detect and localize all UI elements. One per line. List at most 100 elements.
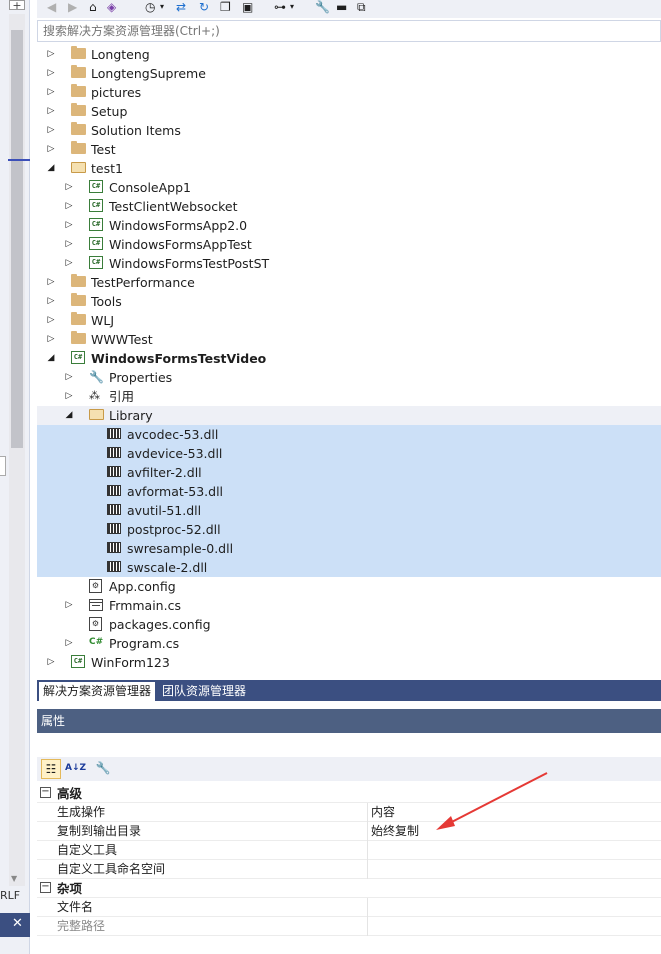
collapsed-arrow-icon[interactable]: ▷ <box>46 332 56 346</box>
tree-item[interactable]: ▷ 🔧 Properties <box>37 368 661 387</box>
collapsed-arrow-icon[interactable]: ▷ <box>46 123 56 137</box>
properties-wrench-icon[interactable]: 🔧 <box>315 0 330 14</box>
collapsed-arrow-icon[interactable]: ▷ <box>46 47 56 61</box>
line-ending-indicator[interactable]: RLF <box>0 889 20 902</box>
tree-item[interactable]: avdevice-53.dll <box>37 444 661 463</box>
tab-team-explorer[interactable]: 团队资源管理器 <box>158 682 250 701</box>
back-icon[interactable]: ◀ <box>47 0 56 14</box>
tree-item[interactable]: ▷ WLJ <box>37 311 661 330</box>
scroll-down-icon[interactable]: ▼ <box>11 874 17 883</box>
property-row[interactable]: 文件名 <box>37 898 661 917</box>
visual-studio-icon[interactable]: ◈ <box>107 0 116 14</box>
alphabetical-icon[interactable]: A↓Z <box>65 759 86 779</box>
tree-item[interactable]: ▷ Frmmain.cs <box>37 596 661 615</box>
tree-item[interactable]: ▷ C# Program.cs <box>37 634 661 653</box>
column-divider[interactable] <box>367 917 368 936</box>
tree-item[interactable]: ◢ C# WindowsFormsTestVideo <box>37 349 661 368</box>
tree-item[interactable]: ⚙ packages.config <box>37 615 661 634</box>
tree-item[interactable]: ▷ C# WindowsFormsAppTest <box>37 235 661 254</box>
property-value[interactable]: 内容 <box>371 804 395 821</box>
tree-item[interactable]: ▷ TestPerformance <box>37 273 661 292</box>
home-icon[interactable]: ⌂ <box>89 0 97 14</box>
tree-item[interactable]: ▷ LongtengSupreme <box>37 64 661 83</box>
forward-icon[interactable]: ▶ <box>68 0 77 14</box>
properties-object-selector[interactable] <box>37 733 661 757</box>
collapsed-arrow-icon[interactable]: ▷ <box>64 370 74 384</box>
column-divider[interactable] <box>367 898 368 917</box>
collapse-icon[interactable]: − <box>40 787 51 798</box>
tree-item[interactable]: postproc-52.dll <box>37 520 661 539</box>
column-divider[interactable] <box>367 803 368 822</box>
collapsed-arrow-icon[interactable]: ▷ <box>64 218 74 232</box>
tree-item[interactable]: avfilter-2.dll <box>37 463 661 482</box>
collapsed-arrow-icon[interactable]: ▷ <box>46 294 56 308</box>
collapsed-arrow-icon[interactable]: ▷ <box>46 313 56 327</box>
collapse-icon[interactable]: − <box>40 882 51 893</box>
tree-item[interactable]: ▷ C# WinForm123 <box>37 653 661 672</box>
tree-item[interactable]: ▷ Setup <box>37 102 661 121</box>
tree-item[interactable]: ▷ C# WindowsFormsApp2.0 <box>37 216 661 235</box>
search-box[interactable] <box>37 20 661 42</box>
show-all-files-icon[interactable]: ▣ <box>242 0 253 14</box>
tree-item[interactable]: ⚙ App.config <box>37 577 661 596</box>
property-category[interactable]: − 杂项 <box>37 879 661 898</box>
tree-item[interactable]: ◢ test1 <box>37 159 661 178</box>
chevron-down-icon[interactable]: ▾ <box>160 0 164 14</box>
property-row[interactable]: 自定义工具命名空间 <box>37 860 661 879</box>
column-divider[interactable] <box>367 860 368 879</box>
property-category[interactable]: − 高级 <box>37 784 661 803</box>
property-row[interactable]: 完整路径 <box>37 917 661 936</box>
chevron-down-icon[interactable]: ▾ <box>290 0 294 14</box>
property-row[interactable]: 生成操作 内容 <box>37 803 661 822</box>
collapsed-arrow-icon[interactable]: ▷ <box>46 655 56 669</box>
collapsed-arrow-icon[interactable]: ▷ <box>64 256 74 270</box>
collapsed-arrow-icon[interactable]: ▷ <box>46 275 56 289</box>
tree-item[interactable]: avformat-53.dll <box>37 482 661 501</box>
collapsed-arrow-icon[interactable]: ▷ <box>64 598 74 612</box>
property-row[interactable]: 自定义工具 <box>37 841 661 860</box>
property-row[interactable]: 复制到输出目录 始终复制 <box>37 822 661 841</box>
tree-item[interactable]: ▷ C# WindowsFormsTestPostST <box>37 254 661 273</box>
tree-item[interactable]: ◢ Library <box>37 406 661 425</box>
tree-item[interactable]: swresample-0.dll <box>37 539 661 558</box>
tree-item[interactable]: ▷ C# ConsoleApp1 <box>37 178 661 197</box>
tree-item[interactable]: avutil-51.dll <box>37 501 661 520</box>
tree-item[interactable]: ▷ ⁂ 引用 <box>37 387 661 406</box>
class-diagram-icon[interactable]: ⧉ <box>357 0 366 14</box>
collapsed-arrow-icon[interactable]: ▷ <box>64 237 74 251</box>
history-icon[interactable]: ◷ <box>145 0 155 14</box>
scrollbar-thumb[interactable] <box>11 30 23 448</box>
tree-item[interactable]: ▷ Longteng <box>37 45 661 64</box>
collapsed-arrow-icon[interactable]: ▷ <box>64 199 74 213</box>
tree-item[interactable]: ▷ C# TestClientWebsocket <box>37 197 661 216</box>
collapsed-arrow-icon[interactable]: ▷ <box>46 104 56 118</box>
collapsed-arrow-icon[interactable]: ▷ <box>46 66 56 80</box>
expanded-arrow-icon[interactable]: ◢ <box>46 161 56 175</box>
categorized-icon[interactable]: ☷ <box>41 759 61 779</box>
column-divider[interactable] <box>367 822 368 841</box>
collapsed-arrow-icon[interactable]: ▷ <box>46 142 56 156</box>
sync-icon[interactable]: ⇄ <box>176 0 186 14</box>
collapsed-arrow-icon[interactable]: ▷ <box>64 636 74 650</box>
collapsed-arrow-icon[interactable]: ▷ <box>46 85 56 99</box>
refresh-icon[interactable]: ↻ <box>199 0 209 14</box>
tree-item[interactable]: ▷ Tools <box>37 292 661 311</box>
pending-changes-icon[interactable]: ⊶ <box>274 0 286 14</box>
expanded-arrow-icon[interactable]: ◢ <box>46 351 56 365</box>
tree-item[interactable]: avcodec-53.dll <box>37 425 661 444</box>
property-value[interactable]: 始终复制 <box>371 823 419 840</box>
column-divider[interactable] <box>367 841 368 860</box>
collapsed-arrow-icon[interactable]: ▷ <box>64 180 74 194</box>
tree-item[interactable]: ▷ WWWTest <box>37 330 661 349</box>
tree-item[interactable]: swscale-2.dll <box>37 558 661 577</box>
tab-solution-explorer[interactable]: 解决方案资源管理器 <box>39 682 156 701</box>
search-input[interactable] <box>43 24 643 38</box>
close-icon[interactable]: ✕ <box>12 916 23 931</box>
expand-icon[interactable]: + <box>9 0 25 11</box>
expanded-arrow-icon[interactable]: ◢ <box>64 408 74 422</box>
tree-item[interactable]: ▷ Test <box>37 140 661 159</box>
collapse-all-icon[interactable]: ❐ <box>220 0 231 14</box>
tree-item[interactable]: ▷ pictures <box>37 83 661 102</box>
property-pages-icon[interactable]: 🔧 <box>93 759 113 779</box>
preview-icon[interactable]: ▬ <box>336 0 347 14</box>
